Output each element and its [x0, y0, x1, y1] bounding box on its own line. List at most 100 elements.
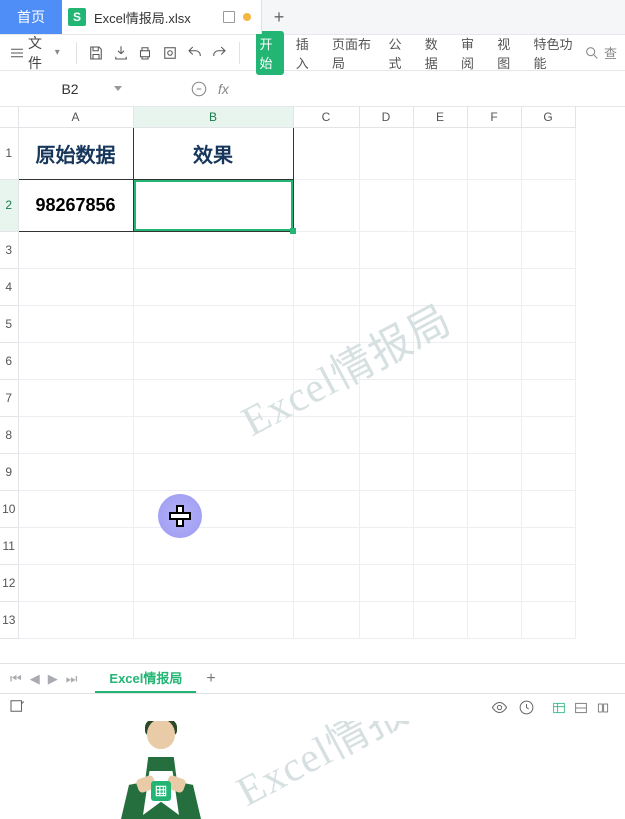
row-header-2[interactable]: 2: [0, 179, 18, 231]
cell-D5[interactable]: [359, 305, 413, 342]
cell-C11[interactable]: [293, 527, 359, 564]
cell-F13[interactable]: [467, 601, 521, 638]
spreadsheet-grid[interactable]: ABCDEFG 1原始数据效果298267856345678910111213 …: [0, 107, 625, 683]
cell-D9[interactable]: [359, 453, 413, 490]
undo-icon[interactable]: [185, 42, 204, 64]
cell-G8[interactable]: [521, 416, 575, 453]
cell-D6[interactable]: [359, 342, 413, 379]
cell-G6[interactable]: [521, 342, 575, 379]
row-header-1[interactable]: 1: [0, 127, 18, 179]
cell-B3[interactable]: [133, 231, 293, 268]
cell-E8[interactable]: [413, 416, 467, 453]
cell-B5[interactable]: [133, 305, 293, 342]
cell-B4[interactable]: [133, 268, 293, 305]
cell-F8[interactable]: [467, 416, 521, 453]
export-icon[interactable]: [111, 42, 130, 64]
ribbon-tab-special[interactable]: 特色功能: [530, 31, 579, 75]
cell-F1[interactable]: [467, 127, 521, 179]
clock-icon[interactable]: [518, 699, 535, 716]
print-icon[interactable]: [136, 42, 155, 64]
cell-D8[interactable]: [359, 416, 413, 453]
cell-E3[interactable]: [413, 231, 467, 268]
cell-E11[interactable]: [413, 527, 467, 564]
cell-C5[interactable]: [293, 305, 359, 342]
ribbon-tab-layout[interactable]: 页面布局: [328, 31, 377, 75]
new-tab-button[interactable]: +: [262, 0, 296, 34]
row-header-5[interactable]: 5: [0, 305, 18, 342]
ribbon-tab-start[interactable]: 开始: [256, 31, 284, 75]
column-header-B[interactable]: B: [133, 107, 293, 127]
ribbon-tab-review[interactable]: 审阅: [457, 31, 485, 75]
view-normal-icon[interactable]: [549, 700, 569, 716]
formula-input[interactable]: [239, 77, 625, 101]
save-icon[interactable]: [87, 42, 106, 64]
cell-G10[interactable]: [521, 490, 575, 527]
cell-C8[interactable]: [293, 416, 359, 453]
cell-E6[interactable]: [413, 342, 467, 379]
sheet-tab[interactable]: Excel情报局: [95, 664, 196, 693]
cell-G9[interactable]: [521, 453, 575, 490]
cell-F3[interactable]: [467, 231, 521, 268]
cell-G2[interactable]: [521, 179, 575, 231]
row-header-3[interactable]: 3: [0, 231, 18, 268]
cell-C1[interactable]: [293, 127, 359, 179]
sheet-nav-arrows[interactable]: ⏮ ◀ ▶ ⏭: [0, 669, 87, 689]
cell-D7[interactable]: [359, 379, 413, 416]
ribbon-tab-insert[interactable]: 插入: [292, 31, 320, 75]
row-header-4[interactable]: 4: [0, 268, 18, 305]
cell-D3[interactable]: [359, 231, 413, 268]
cell-A7[interactable]: [18, 379, 133, 416]
eye-icon[interactable]: [491, 699, 508, 716]
print-preview-icon[interactable]: [161, 42, 180, 64]
cell-E5[interactable]: [413, 305, 467, 342]
cell-A1[interactable]: 原始数据: [18, 127, 133, 179]
column-header-A[interactable]: A: [18, 107, 133, 127]
cell-D13[interactable]: [359, 601, 413, 638]
cell-A4[interactable]: [18, 268, 133, 305]
cell-F4[interactable]: [467, 268, 521, 305]
cell-A5[interactable]: [18, 305, 133, 342]
cancel-formula-icon[interactable]: [190, 80, 208, 98]
cell-F9[interactable]: [467, 453, 521, 490]
cell-D12[interactable]: [359, 564, 413, 601]
cell-D10[interactable]: [359, 490, 413, 527]
cell-E12[interactable]: [413, 564, 467, 601]
cell-C3[interactable]: [293, 231, 359, 268]
cell-D11[interactable]: [359, 527, 413, 564]
cell-B2[interactable]: [133, 179, 293, 231]
row-header-13[interactable]: 13: [0, 601, 18, 638]
column-header-G[interactable]: G: [521, 107, 575, 127]
cell-B10[interactable]: [133, 490, 293, 527]
cell-C2[interactable]: [293, 179, 359, 231]
cell-E1[interactable]: [413, 127, 467, 179]
cell-G11[interactable]: [521, 527, 575, 564]
row-header-11[interactable]: 11: [0, 527, 18, 564]
search-button[interactable]: 查: [584, 43, 617, 62]
cell-B9[interactable]: [133, 453, 293, 490]
status-mode-icon[interactable]: [8, 697, 26, 718]
cell-E9[interactable]: [413, 453, 467, 490]
redo-icon[interactable]: [210, 42, 229, 64]
cell-G1[interactable]: [521, 127, 575, 179]
column-header-D[interactable]: D: [359, 107, 413, 127]
cell-A8[interactable]: [18, 416, 133, 453]
first-sheet-icon[interactable]: ⏮: [8, 669, 24, 689]
cell-B7[interactable]: [133, 379, 293, 416]
cell-G13[interactable]: [521, 601, 575, 638]
document-tab[interactable]: S Excel情报局.xlsx: [62, 0, 262, 34]
cell-F2[interactable]: [467, 179, 521, 231]
cell-F5[interactable]: [467, 305, 521, 342]
cell-G3[interactable]: [521, 231, 575, 268]
cell-B8[interactable]: [133, 416, 293, 453]
cell-B12[interactable]: [133, 564, 293, 601]
cell-A11[interactable]: [18, 527, 133, 564]
embedded-image[interactable]: [115, 719, 207, 819]
ribbon-tab-view[interactable]: 视图: [493, 31, 521, 75]
cell-A6[interactable]: [18, 342, 133, 379]
file-menu[interactable]: 文件 ▾: [8, 33, 64, 73]
cell-A10[interactable]: [18, 490, 133, 527]
cell-E7[interactable]: [413, 379, 467, 416]
cell-E4[interactable]: [413, 268, 467, 305]
fx-icon[interactable]: fx: [218, 81, 229, 97]
cell-F7[interactable]: [467, 379, 521, 416]
